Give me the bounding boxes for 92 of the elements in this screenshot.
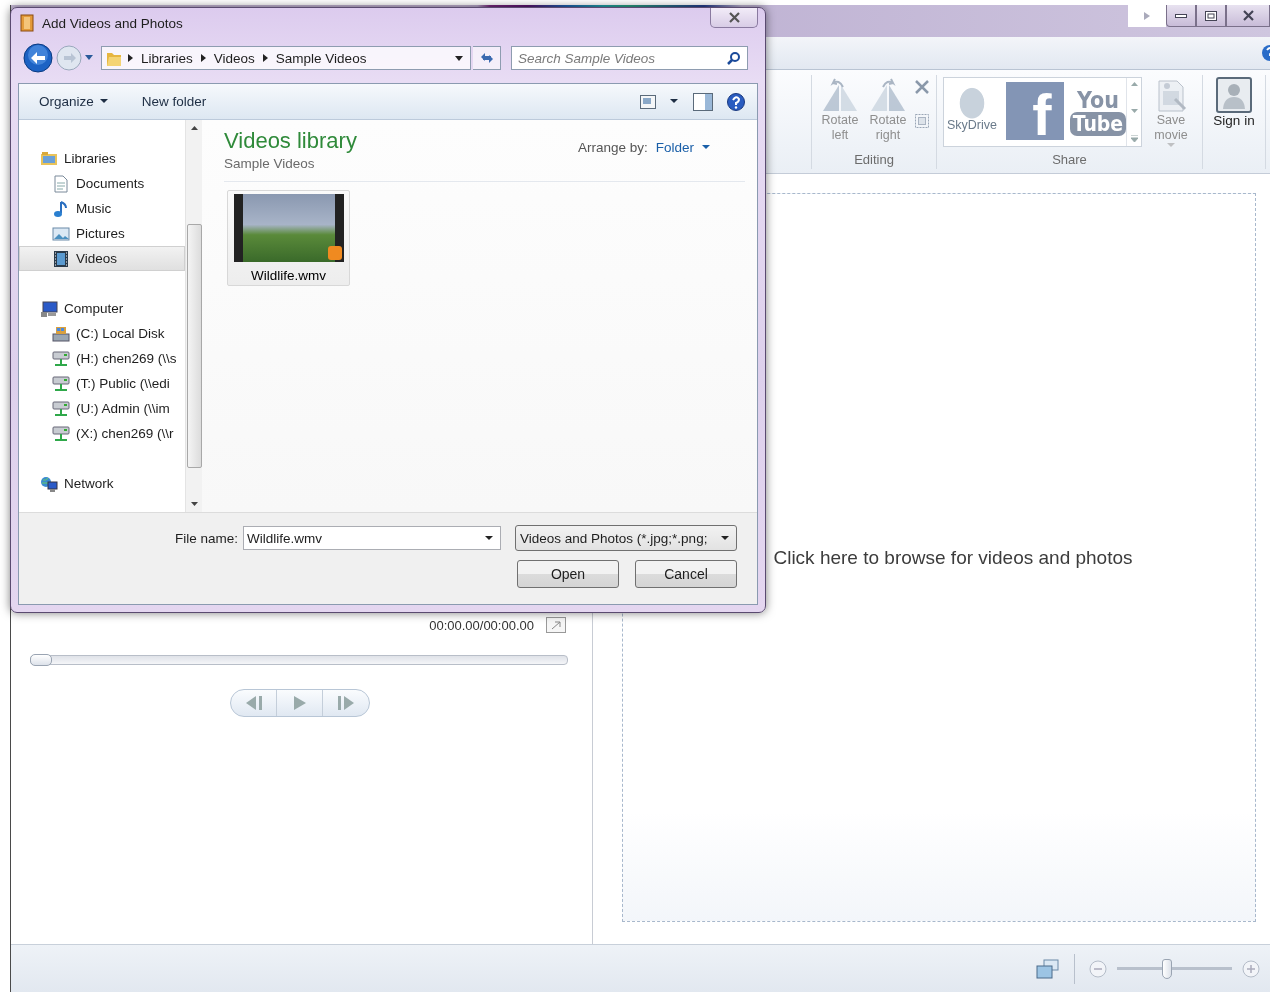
film-icon [20, 14, 34, 32]
view-icon[interactable] [640, 94, 656, 109]
preview-pane-icon[interactable] [693, 92, 713, 111]
sign-in-button[interactable]: Sign in [1211, 75, 1257, 130]
rotate-left-icon [821, 77, 859, 113]
file-tile[interactable]: Wildlife.wmv [227, 190, 350, 286]
close-button[interactable] [710, 8, 758, 28]
file-type-dropdown[interactable]: Videos and Photos (*.jpg;*.png; [515, 525, 737, 551]
nav-item[interactable]: (U:) Admin (\\im [19, 396, 185, 421]
nav-item[interactable]: Music [19, 196, 185, 221]
arrange-label: Arrange by: [577, 140, 648, 155]
scroll-up-icon[interactable] [1130, 82, 1138, 86]
dialog-title: Add Videos and Photos [42, 15, 183, 31]
document-icon [52, 174, 70, 193]
minimize-icon [1175, 12, 1187, 19]
breadcrumb-item[interactable]: Libraries [139, 50, 195, 66]
scroll-down-icon[interactable] [1130, 108, 1138, 113]
seek-slider[interactable] [30, 655, 568, 665]
film-icon [52, 249, 70, 268]
rotate-right-icon [869, 77, 907, 113]
browse-link[interactable]: Click here to browse for videos and photos [773, 546, 1133, 569]
caret-icon [702, 145, 711, 150]
file-name-field[interactable]: Wildlife.wmv [243, 526, 501, 550]
maximize-icon [1205, 10, 1217, 21]
hard-disk-icon [52, 324, 70, 343]
nav-item[interactable]: (T:) Public (\\edi [19, 371, 185, 396]
nav-item[interactable]: Libraries [19, 146, 185, 171]
breadcrumb-item[interactable]: Videos [211, 50, 257, 66]
network-drive-icon [52, 424, 70, 443]
chevron-right-icon[interactable] [262, 54, 268, 62]
play-icon [293, 696, 306, 710]
nav-item[interactable]: (H:) chen269 (\\s [19, 346, 185, 371]
network-drive-icon [52, 374, 70, 393]
computer-icon [40, 299, 58, 318]
network-drive-icon [52, 399, 70, 418]
scrollbar[interactable] [185, 120, 202, 512]
scroll-down-icon [190, 502, 198, 506]
caret-icon [1167, 143, 1175, 147]
open-button[interactable]: Open [517, 560, 619, 588]
maximize-button[interactable] [1196, 5, 1226, 27]
cancel-button[interactable]: Cancel [635, 560, 737, 588]
breadcrumb-item[interactable]: Sample Videos [273, 50, 369, 66]
close-icon [1241, 10, 1255, 21]
nav-item[interactable]: Videos [19, 246, 185, 271]
chevron-right-icon[interactable] [128, 54, 133, 62]
library-subtitle: Sample Videos [224, 156, 316, 171]
arrange-dropdown[interactable]: Folder [655, 140, 711, 155]
organize-menu[interactable]: Organize [29, 91, 118, 112]
more-icon[interactable] [1130, 135, 1138, 142]
dropdown-caret-icon[interactable] [670, 99, 679, 104]
address-bar[interactable]: Libraries Videos Sample Videos [101, 46, 471, 70]
scroll-up-icon [190, 126, 198, 130]
trim-icon[interactable] [914, 113, 930, 129]
caret-icon [99, 99, 108, 104]
network-icon [40, 474, 58, 493]
nav-item[interactable]: Documents [19, 171, 185, 196]
search-field[interactable]: Search Sample Videos [511, 46, 748, 70]
nav-item[interactable]: Computer [19, 296, 185, 321]
library-title: Videos library [224, 128, 357, 154]
zoom-thumb[interactable] [1162, 958, 1173, 979]
close-icon [727, 12, 741, 23]
group-label: Share [1052, 152, 1087, 169]
caret-icon [721, 535, 730, 541]
zoom-out-icon[interactable] [1089, 959, 1107, 978]
nav-item[interactable]: Pictures [19, 221, 185, 246]
back-icon[interactable] [23, 43, 53, 73]
network-drive-icon [52, 349, 70, 368]
minimize-button[interactable] [1166, 5, 1196, 27]
zoom-in-icon[interactable] [1242, 959, 1260, 978]
person-icon [1216, 77, 1252, 113]
file-name-label: File name: [174, 530, 238, 546]
help-icon[interactable] [1260, 44, 1270, 62]
time-display: 00:00.00/00:00.00 [429, 617, 534, 633]
new-folder-button[interactable]: New folder [131, 91, 217, 112]
seek-thumb[interactable] [30, 654, 52, 666]
refresh-button[interactable] [473, 46, 501, 70]
nav-item[interactable]: Network [19, 471, 185, 496]
fullscreen-icon[interactable] [546, 617, 566, 633]
next-frame-icon [336, 696, 356, 710]
search-icon [727, 51, 741, 65]
group-label: Editing [854, 152, 894, 169]
picture-icon [52, 224, 70, 243]
delete-icon[interactable] [914, 79, 930, 95]
music-note-icon [52, 199, 70, 218]
nav-item[interactable]: (X:) chen269 (\\r [19, 421, 185, 446]
storyboard-view-icon[interactable] [1036, 958, 1060, 979]
close-button[interactable] [1226, 5, 1270, 27]
dropdown-caret-icon[interactable] [485, 536, 494, 541]
chevron-right-icon[interactable] [200, 54, 206, 62]
libraries-icon [40, 149, 58, 168]
help-icon[interactable] [727, 92, 745, 111]
nav-item[interactable]: (C:) Local Disk [19, 321, 185, 346]
